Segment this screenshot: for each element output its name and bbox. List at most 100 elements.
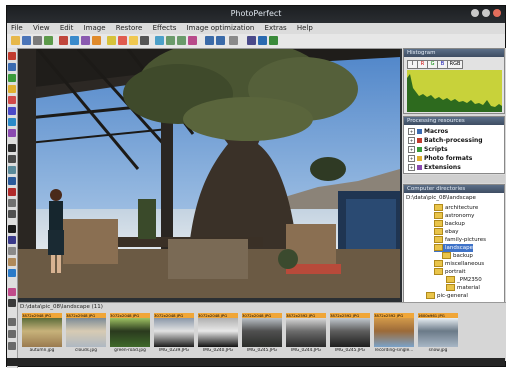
thumbnail-item[interactable]: 3872x2948 JPG clouds.jpg bbox=[66, 313, 106, 359]
zoom-in-icon[interactable] bbox=[166, 36, 175, 45]
resize-icon[interactable] bbox=[81, 36, 90, 45]
expand-icon[interactable]: + bbox=[408, 155, 415, 162]
contrast-icon[interactable] bbox=[140, 36, 149, 45]
red-eye-icon[interactable] bbox=[8, 188, 16, 196]
folder-item-selected[interactable]: landscape bbox=[434, 244, 474, 252]
settings-icon[interactable] bbox=[247, 36, 256, 45]
brightness-icon[interactable] bbox=[129, 36, 138, 45]
window-icon[interactable] bbox=[258, 36, 267, 45]
menu-restore[interactable]: Restore bbox=[112, 23, 147, 34]
expand-icon[interactable]: + bbox=[408, 137, 415, 144]
channel-rgb[interactable]: RGB bbox=[447, 60, 463, 69]
scan-icon[interactable] bbox=[44, 36, 53, 45]
menu-file[interactable]: File bbox=[7, 23, 27, 34]
thumbnail-item[interactable]: 3072x2048 JPG IMG_0240.JPG bbox=[198, 313, 238, 359]
folder-icon bbox=[442, 252, 451, 259]
folder-item[interactable]: _PM2350 bbox=[446, 276, 482, 284]
dodge-icon[interactable] bbox=[8, 199, 16, 207]
history-icon[interactable] bbox=[229, 36, 238, 45]
menu-image-optimization[interactable]: Image optimization bbox=[183, 23, 259, 34]
folder-item[interactable]: family-pictures bbox=[434, 236, 486, 244]
save-icon[interactable] bbox=[22, 36, 31, 45]
eraser-icon[interactable] bbox=[8, 107, 16, 115]
cut-icon[interactable] bbox=[8, 299, 16, 307]
clone-icon[interactable] bbox=[8, 155, 16, 163]
brush-icon[interactable] bbox=[8, 96, 16, 104]
fit-icon[interactable] bbox=[188, 36, 197, 45]
hand-icon[interactable] bbox=[8, 258, 16, 266]
burn-icon[interactable] bbox=[8, 210, 16, 218]
folder-item[interactable]: backup bbox=[434, 220, 465, 228]
processing-item-label: Extensions bbox=[424, 164, 461, 171]
lasso-icon[interactable] bbox=[8, 74, 16, 82]
folder-item[interactable]: ebay bbox=[434, 228, 459, 236]
text-icon[interactable] bbox=[8, 144, 16, 152]
fill-icon[interactable] bbox=[8, 118, 16, 126]
maximize-icon[interactable] bbox=[482, 9, 490, 17]
thumbnail-item[interactable]: 3872x2592 JPG IMG_0244.JPG bbox=[286, 313, 326, 359]
open-icon[interactable] bbox=[11, 36, 20, 45]
thumbnail-item[interactable]: 3872x2948 JPG autumn.jpg bbox=[22, 313, 62, 359]
effects-icon[interactable] bbox=[155, 36, 164, 45]
zoom-icon[interactable] bbox=[8, 269, 16, 277]
redo-icon[interactable] bbox=[216, 36, 225, 45]
folder-item[interactable]: material bbox=[446, 284, 480, 292]
wand-icon[interactable] bbox=[8, 85, 16, 93]
rotate-icon[interactable] bbox=[70, 36, 79, 45]
undo-icon[interactable] bbox=[205, 36, 214, 45]
blur-icon[interactable] bbox=[8, 177, 16, 185]
menu-help[interactable]: Help bbox=[293, 23, 317, 34]
title-bar[interactable]: PhotoPerfect bbox=[7, 6, 505, 23]
sharpen-icon[interactable] bbox=[118, 36, 127, 45]
gradient-icon[interactable] bbox=[8, 129, 16, 137]
panel-tabs[interactable] bbox=[403, 175, 505, 183]
processing-item[interactable]: + Scripts bbox=[408, 146, 448, 153]
properties-icon[interactable] bbox=[8, 330, 16, 338]
image-canvas[interactable] bbox=[18, 49, 400, 298]
menu-extras[interactable]: Extras bbox=[261, 23, 291, 34]
directory-path[interactable]: D:\data\pic_08\landscape bbox=[406, 195, 476, 201]
info-icon[interactable] bbox=[8, 342, 16, 350]
thumbnail-item[interactable]: 3072x2048 JPG green-road.jpg bbox=[110, 313, 150, 359]
shape-icon[interactable] bbox=[8, 236, 16, 244]
expand-icon[interactable]: + bbox=[408, 164, 415, 171]
menu-effects[interactable]: Effects bbox=[149, 23, 181, 34]
crop-icon[interactable] bbox=[59, 36, 68, 45]
color-icon[interactable] bbox=[92, 36, 101, 45]
eyedropper-icon[interactable] bbox=[8, 247, 16, 255]
folder-item[interactable]: miscellaneous bbox=[434, 260, 484, 268]
folder-item[interactable]: architecture bbox=[434, 204, 478, 212]
thumbnail-item[interactable]: 3872x2592 JPG recording-single... bbox=[374, 313, 414, 359]
folder-item[interactable]: backup bbox=[442, 252, 473, 260]
marker-icon[interactable] bbox=[8, 288, 16, 296]
zoom-out-icon[interactable] bbox=[177, 36, 186, 45]
folder-item[interactable]: astronomy bbox=[434, 212, 474, 220]
processing-item[interactable]: + Batch-processing bbox=[408, 137, 483, 144]
print-icon[interactable] bbox=[33, 36, 42, 45]
minimize-icon[interactable] bbox=[471, 9, 479, 17]
folder-item[interactable]: pic-general bbox=[426, 292, 468, 300]
thumbnail-item[interactable]: 3072x2048 JPG IMG_0239.JPG bbox=[154, 313, 194, 359]
expand-icon[interactable]: + bbox=[408, 128, 415, 135]
thumbnail-filename: IMG_0245.JPG bbox=[247, 348, 277, 353]
folder-item[interactable]: portrait bbox=[434, 268, 466, 276]
menu-edit[interactable]: Edit bbox=[56, 23, 78, 34]
help-icon[interactable] bbox=[269, 36, 278, 45]
thumbnail-item[interactable]: 3072x2048 JPG IMG_0245.JPG bbox=[242, 313, 282, 359]
expand-icon[interactable]: + bbox=[408, 146, 415, 153]
pen-icon[interactable] bbox=[8, 225, 16, 233]
thumbnail-item[interactable]: 1600x961 JPG snow.jpg bbox=[418, 313, 458, 359]
select-icon[interactable] bbox=[8, 52, 16, 60]
move-icon[interactable] bbox=[8, 63, 16, 71]
processing-item[interactable]: + Photo formats bbox=[408, 155, 472, 162]
heal-icon[interactable] bbox=[8, 166, 16, 174]
processing-item[interactable]: + Macros bbox=[408, 128, 448, 135]
menu-view[interactable]: View bbox=[29, 23, 54, 34]
processing-item[interactable]: + Extensions bbox=[408, 164, 461, 171]
thumbnail-item[interactable]: 3872x2592 JPG IMG_0245.JPG bbox=[330, 313, 370, 359]
folder-icon bbox=[426, 292, 435, 299]
close-icon[interactable] bbox=[493, 9, 501, 17]
menu-image[interactable]: Image bbox=[80, 23, 110, 34]
filter-icon[interactable] bbox=[107, 36, 116, 45]
layers-icon[interactable] bbox=[8, 318, 16, 326]
